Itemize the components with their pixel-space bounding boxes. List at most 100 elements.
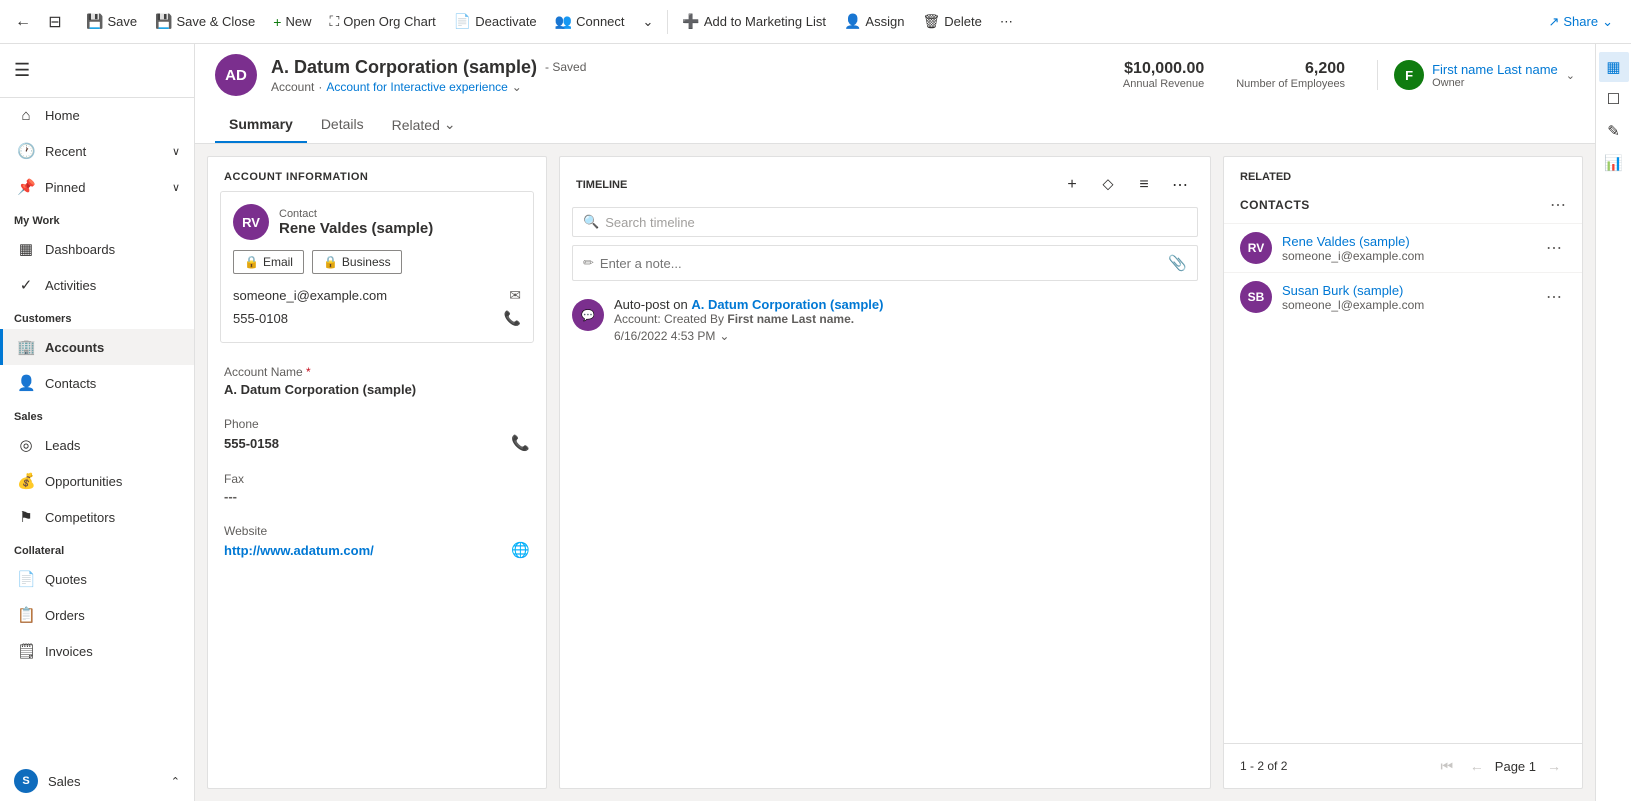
contact-item-more-0[interactable]: ⋯	[1542, 234, 1566, 262]
toolbar-right: ↗ Share ⌄	[1538, 9, 1623, 35]
contact-email-field: someone_i@example.com ✉	[233, 284, 521, 307]
contact-name[interactable]: Rene Valdes (sample)	[279, 220, 433, 237]
toolbar-separator	[667, 10, 668, 34]
phone-field-icon[interactable]: 📞	[511, 434, 530, 452]
side-icon-edit[interactable]: ✎	[1599, 116, 1629, 146]
sidebar-item-activities[interactable]: ✓ Activities	[0, 267, 194, 303]
pin-icon: 📌	[17, 178, 35, 196]
more-dropdown-button[interactable]: ⌄	[635, 9, 662, 35]
pagination-first-button[interactable]: ⏮	[1435, 754, 1459, 778]
back-button[interactable]: ←	[8, 7, 38, 37]
sidebar-item-invoices[interactable]: 🗒 Invoices	[0, 633, 194, 669]
panels: ACCOUNT INFORMATION RV Contact Rene Vald…	[195, 144, 1595, 801]
timeline-filter-button[interactable]: ⬦	[1094, 171, 1122, 199]
timeline-entry-link[interactable]: A. Datum Corporation (sample)	[691, 297, 883, 312]
sidebar-item-pinned[interactable]: 📌 Pinned ∨	[0, 169, 194, 205]
sidebar-item-quotes[interactable]: 📄 Quotes	[0, 561, 194, 597]
entry-expand-icon[interactable]: ⌄	[719, 329, 729, 343]
phone-action-icon[interactable]: 📞	[504, 310, 521, 327]
timeline-note-input[interactable]	[600, 256, 1162, 271]
assign-button[interactable]: 👤 Assign	[836, 8, 912, 35]
delete-icon: 🗑	[922, 13, 940, 30]
connect-button[interactable]: 👥 Connect	[547, 8, 633, 35]
orders-icon: 📋	[17, 606, 35, 624]
timeline-more-button[interactable]: ⋯	[1166, 171, 1194, 199]
sidebar-item-competitors[interactable]: ⚑ Competitors	[0, 499, 194, 535]
tab-related[interactable]: Related ⌄	[378, 106, 470, 143]
record-saved-status: - Saved	[545, 60, 586, 74]
annual-revenue-label: Annual Revenue	[1123, 78, 1204, 90]
save-button[interactable]: 💾 Save	[78, 8, 145, 35]
attachment-icon[interactable]: 📎	[1168, 254, 1187, 272]
email-button[interactable]: 🔒 Email	[233, 250, 304, 274]
employees-value: 6,200	[1236, 60, 1345, 78]
accounts-icon: 🏢	[17, 338, 35, 356]
record-title: A. Datum Corporation (sample)	[271, 57, 537, 78]
side-icon-data[interactable]: 📊	[1599, 148, 1629, 178]
side-icon-page[interactable]: ☐	[1599, 84, 1629, 114]
timeline-search-input[interactable]	[605, 215, 1187, 230]
website-label: Website	[224, 524, 530, 538]
list-item: SB Susan Burk (sample) someone_l@example…	[1224, 272, 1582, 321]
contact-item-more-1[interactable]: ⋯	[1542, 283, 1566, 311]
sidebar-footer-sales[interactable]: S Sales ⌃	[0, 761, 194, 801]
contact-list-info-0: Rene Valdes (sample) someone_i@example.c…	[1282, 234, 1532, 263]
contact-list-avatar-sb: SB	[1240, 281, 1272, 313]
owner-name-link[interactable]: First name Last name	[1432, 62, 1558, 77]
deactivate-icon: 📄	[454, 13, 471, 30]
contact-card-header: RV Contact Rene Valdes (sample)	[233, 204, 521, 240]
sidebar-item-contacts[interactable]: 👤 Contacts	[0, 365, 194, 401]
sidebar: ☰ ⌂ Home 🕐 Recent ∨ 📌 Pinned ∨ My Work ▦…	[0, 44, 195, 801]
collateral-section-label: Collateral	[0, 535, 194, 561]
sidebar-item-leads[interactable]: ◎ Leads	[0, 427, 194, 463]
more-button[interactable]: ⋯	[992, 9, 1021, 35]
phone-label: Phone	[224, 417, 530, 431]
pop-out-button[interactable]: ⊟	[40, 7, 70, 37]
pagination-prev-button[interactable]: ←	[1465, 754, 1489, 778]
add-marketing-button[interactable]: ➕ Add to Marketing List	[674, 8, 834, 35]
side-icons: ▦ ☐ ✎ 📊	[1595, 44, 1631, 801]
website-value[interactable]: http://www.adatum.com/	[224, 543, 374, 558]
org-chart-button[interactable]: ⛶ Open Org Chart	[321, 8, 443, 35]
contact-phone-field: 555-0108 📞	[233, 307, 521, 330]
timeline-sort-button[interactable]: ≡	[1130, 171, 1158, 199]
hamburger-button[interactable]: ☰	[0, 52, 194, 89]
sidebar-item-recent[interactable]: 🕐 Recent ∨	[0, 133, 194, 169]
pagination-next-button[interactable]: →	[1542, 754, 1566, 778]
timeline-entry: 💬 Auto-post on A. Datum Corporation (sam…	[572, 297, 1198, 343]
contact-list-name-0[interactable]: Rene Valdes (sample)	[1282, 234, 1532, 249]
sidebar-item-dashboards[interactable]: ▦ Dashboards	[0, 231, 194, 267]
timeline-note-area: ✏ 📎	[572, 245, 1198, 281]
deactivate-button[interactable]: 📄 Deactivate	[446, 8, 545, 35]
record-title-row: AD A. Datum Corporation (sample) - Saved…	[215, 54, 1575, 104]
new-button[interactable]: + New	[265, 9, 319, 35]
timeline-panel: TIMELINE + ⬦ ≡ ⋯ 🔍 ✏ 📎 💬	[559, 156, 1211, 789]
contact-list-email-1: someone_l@example.com	[1282, 298, 1532, 312]
save-close-button[interactable]: 💾 Save & Close	[147, 8, 263, 35]
sales-footer-avatar: S	[14, 769, 38, 793]
tab-details[interactable]: Details	[307, 106, 378, 143]
record-type-detail-link[interactable]: Account for Interactive experience	[326, 80, 507, 94]
owner-info: First name Last name Owner	[1432, 62, 1558, 89]
sidebar-item-opportunities[interactable]: 💰 Opportunities	[0, 463, 194, 499]
contacts-more-icon[interactable]: ⋯	[1550, 195, 1566, 215]
sidebar-item-accounts[interactable]: 🏢 Accounts	[0, 329, 194, 365]
phone-field: Phone 555-0158 📞	[208, 407, 546, 462]
contact-list-name-1[interactable]: Susan Burk (sample)	[1282, 283, 1532, 298]
contact-list-info-1: Susan Burk (sample) someone_l@example.co…	[1282, 283, 1532, 312]
pinned-chevron-icon: ∨	[172, 181, 180, 194]
sidebar-item-home[interactable]: ⌂ Home	[0, 98, 194, 133]
email-action-icon[interactable]: ✉	[509, 287, 521, 304]
sidebar-item-orders[interactable]: 📋 Orders	[0, 597, 194, 633]
contact-email-value: someone_i@example.com	[233, 288, 387, 303]
delete-button[interactable]: 🗑 Delete	[914, 8, 989, 35]
side-icon-grid[interactable]: ▦	[1599, 52, 1629, 82]
timeline-add-button[interactable]: +	[1058, 171, 1086, 199]
footer-chevron-icon: ⌃	[171, 775, 180, 788]
business-button[interactable]: 🔒 Business	[312, 250, 402, 274]
owner-chevron-icon: ⌄	[1566, 69, 1575, 82]
contacts-icon: 👤	[17, 374, 35, 392]
tab-summary[interactable]: Summary	[215, 106, 307, 143]
share-button[interactable]: ↗ Share ⌄	[1538, 9, 1623, 35]
record-title-name: A. Datum Corporation (sample) - Saved	[271, 57, 1109, 78]
